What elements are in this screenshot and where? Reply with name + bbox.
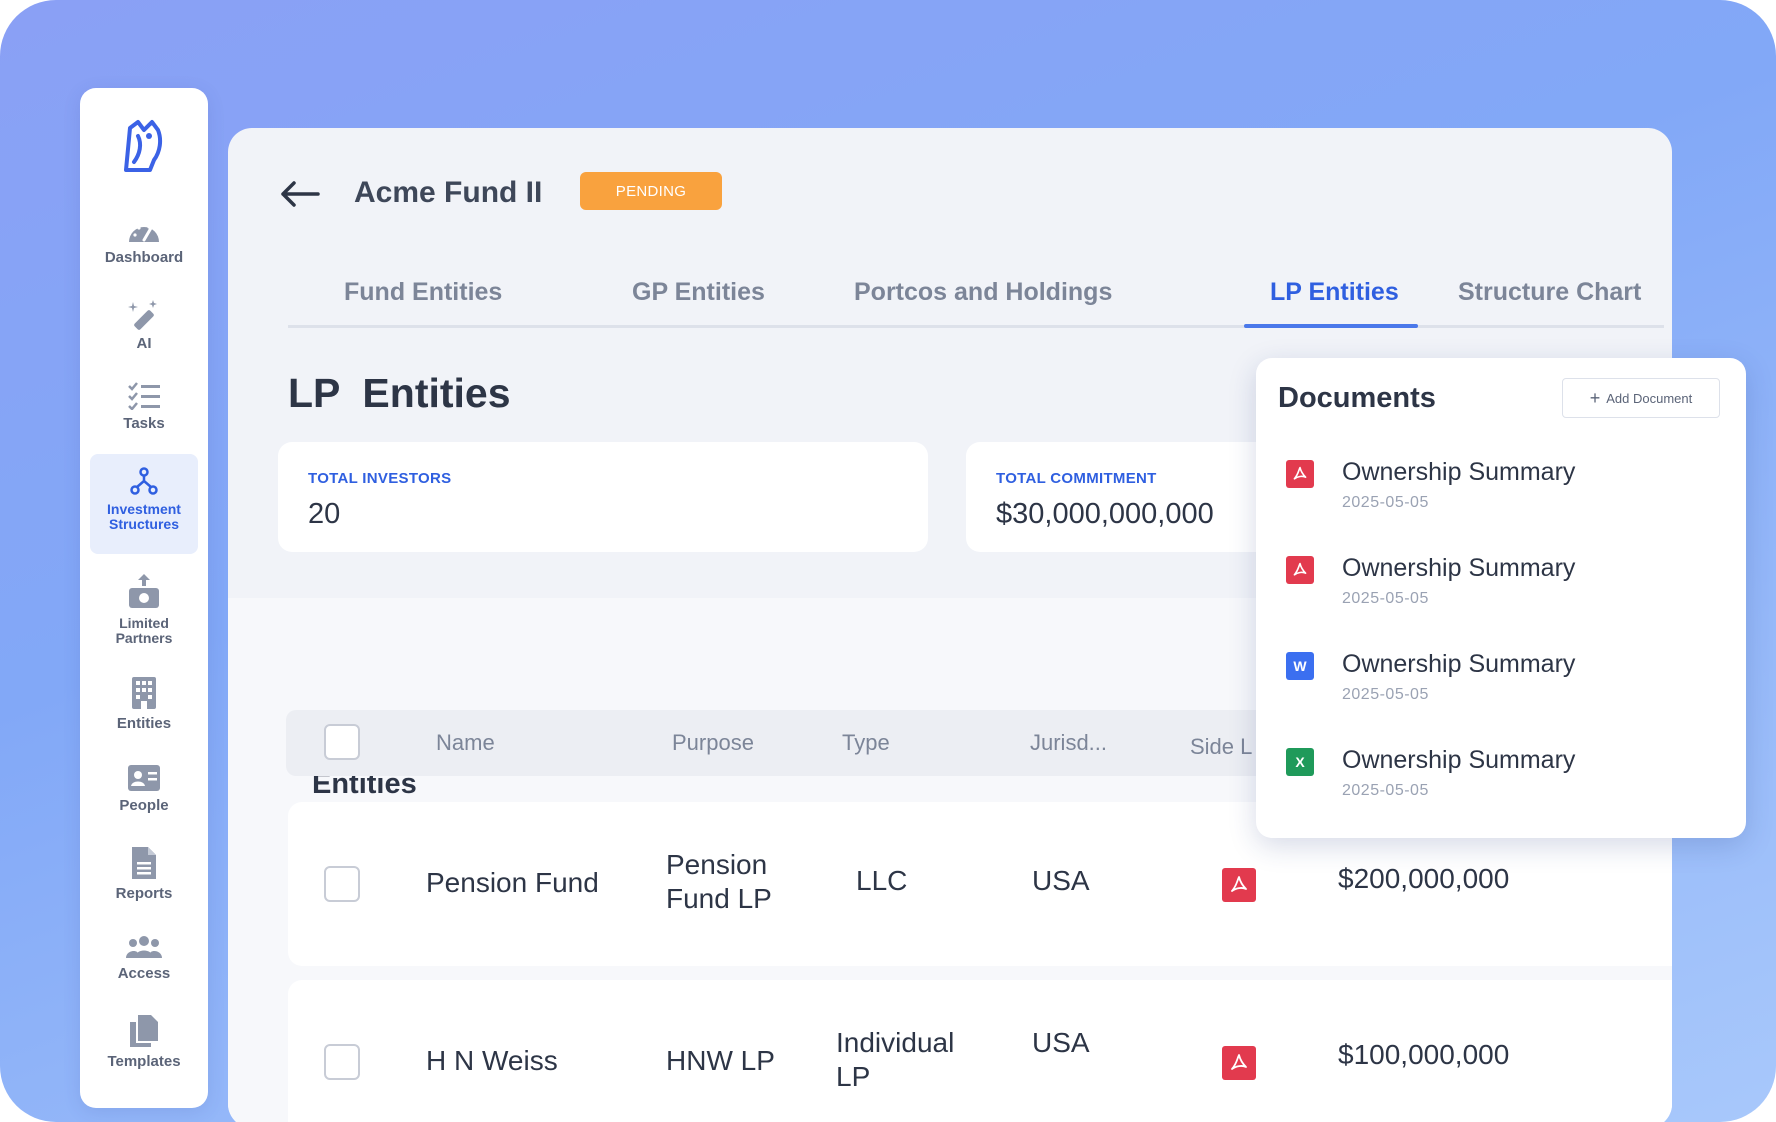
sidebar-item-entities[interactable]: Entities	[90, 676, 198, 742]
column-header-type[interactable]: Type	[842, 730, 890, 756]
document-name: Ownership Summary	[1342, 554, 1576, 582]
cell-name: H N Weiss	[426, 1045, 558, 1076]
row-checkbox[interactable]	[324, 1044, 360, 1080]
money-icon	[129, 574, 159, 608]
column-header-side-letter[interactable]: Side L	[1190, 734, 1252, 760]
row-checkbox[interactable]	[324, 866, 360, 902]
copy-icon	[130, 1015, 158, 1047]
add-document-label: Add Document	[1606, 390, 1693, 406]
cell-purpose: Pension Fund LP	[666, 849, 772, 914]
pdf-icon[interactable]	[1222, 1046, 1256, 1080]
tab-fund-entities[interactable]: Fund Entities	[344, 278, 502, 328]
structure-icon	[130, 467, 158, 495]
stat-label: TOTAL INVESTORS	[308, 470, 452, 487]
sidebar-item-label: People	[119, 797, 169, 814]
document-date: 2025-05-05	[1342, 782, 1429, 799]
sidebar-item-label: Reports	[115, 885, 173, 902]
logo-icon	[116, 118, 172, 178]
sidebar-item-ai[interactable]: AI	[90, 298, 198, 360]
active-tab-indicator	[1244, 324, 1418, 328]
document-item[interactable]: W Ownership Summary 2025-05-05	[1286, 648, 1716, 718]
total-investors-card: TOTAL INVESTORS 20	[278, 442, 928, 552]
tab-bar: Fund Entities GP Entities Portcos and Ho…	[288, 278, 1664, 328]
document-name: Ownership Summary	[1342, 650, 1576, 678]
add-document-button[interactable]: + Add Document	[1562, 378, 1720, 418]
sidebar-item-tasks[interactable]: Tasks	[90, 382, 198, 440]
pdf-file-icon	[1286, 460, 1314, 488]
cell-type: LLC	[856, 865, 908, 896]
sidebar-item-dashboard[interactable]: Dashboard	[90, 218, 198, 274]
building-icon	[132, 677, 156, 709]
sidebar-item-label: Investment Structures	[107, 501, 181, 532]
sidebar-item-templates[interactable]: Templates	[90, 1014, 198, 1082]
tab-portcos-and-holdings[interactable]: Portcos and Holdings	[854, 278, 1112, 328]
sidebar-item-people[interactable]: People	[90, 764, 198, 824]
pdf-file-icon	[1286, 556, 1314, 584]
back-arrow-icon[interactable]	[280, 180, 320, 213]
tab-structure-chart[interactable]: Structure Chart	[1458, 278, 1641, 328]
column-header-purpose[interactable]: Purpose	[672, 730, 754, 756]
document-item[interactable]: X Ownership Summary 2025-05-05	[1286, 744, 1716, 814]
sidebar-item-label: Access	[117, 965, 171, 982]
documents-title: Documents	[1278, 382, 1436, 414]
document-item[interactable]: Ownership Summary 2025-05-05	[1286, 552, 1716, 622]
magic-wand-icon	[128, 300, 157, 330]
cell-jurisdiction: USA	[1032, 1027, 1090, 1058]
document-date: 2025-05-05	[1342, 686, 1429, 703]
stat-value: 20	[308, 498, 341, 530]
sidebar-item-reports[interactable]: Reports	[90, 846, 198, 912]
document-date: 2025-05-05	[1342, 494, 1429, 511]
status-badge: PENDING	[580, 172, 722, 210]
sidebar-item-label: Tasks	[123, 415, 165, 432]
word-file-icon: W	[1286, 652, 1314, 680]
sidebar-item-label: Entities	[116, 715, 172, 732]
tab-gp-entities[interactable]: GP Entities	[632, 278, 765, 328]
sidebar-item-label: AI	[136, 335, 152, 352]
stat-label: TOTAL COMMITMENT	[996, 470, 1157, 487]
document-date: 2025-05-05	[1342, 590, 1429, 607]
id-card-icon	[128, 765, 160, 791]
cell-jurisdiction: USA	[1032, 865, 1090, 896]
excel-file-icon: X	[1286, 748, 1314, 776]
sidebar-item-investment-structures[interactable]: Investment Structures	[90, 454, 198, 554]
plus-icon: +	[1589, 387, 1601, 408]
sidebar-item-access[interactable]: Access	[90, 934, 198, 990]
column-header-jurisdiction[interactable]: Jurisd...	[1030, 730, 1107, 756]
pdf-icon[interactable]	[1222, 868, 1256, 902]
sidebar-item-label: Templates	[107, 1053, 181, 1070]
table-row[interactable]: H N Weiss HNW LP Individual LP USA $100,…	[288, 980, 1672, 1122]
column-header-name[interactable]: Name	[436, 730, 495, 756]
sidebar-item-limited-partners[interactable]: Limited Partners	[90, 574, 198, 664]
stat-value: $30,000,000,000	[996, 498, 1214, 530]
fund-title: Acme Fund II	[354, 176, 543, 209]
select-all-checkbox[interactable]	[324, 724, 360, 760]
page-title: LP Entities	[288, 370, 511, 416]
cell-purpose: HNW LP	[666, 1045, 775, 1076]
sidebar-item-label: Limited Partners	[115, 615, 173, 646]
tab-lp-entities[interactable]: LP Entities	[1270, 278, 1399, 328]
checklist-icon	[128, 382, 160, 410]
cell-amount: $200,000,000	[1338, 863, 1510, 894]
background-frame: Dashboard AI Tasks Investment Structures…	[0, 0, 1776, 1122]
document-name: Ownership Summary	[1342, 458, 1576, 486]
cell-amount: $100,000,000	[1338, 1039, 1510, 1070]
document-icon	[132, 847, 156, 879]
document-item[interactable]: Ownership Summary 2025-05-05	[1286, 456, 1716, 526]
gauge-icon	[129, 225, 159, 242]
cell-name: Pension Fund	[426, 867, 599, 898]
sidebar: Dashboard AI Tasks Investment Structures…	[80, 88, 208, 1108]
cell-type: Individual LP	[836, 1027, 955, 1092]
users-icon	[126, 936, 162, 958]
sidebar-item-label: Dashboard	[104, 249, 184, 266]
documents-panel: Documents + Add Document Ownership Summa…	[1256, 358, 1746, 838]
document-name: Ownership Summary	[1342, 746, 1576, 774]
